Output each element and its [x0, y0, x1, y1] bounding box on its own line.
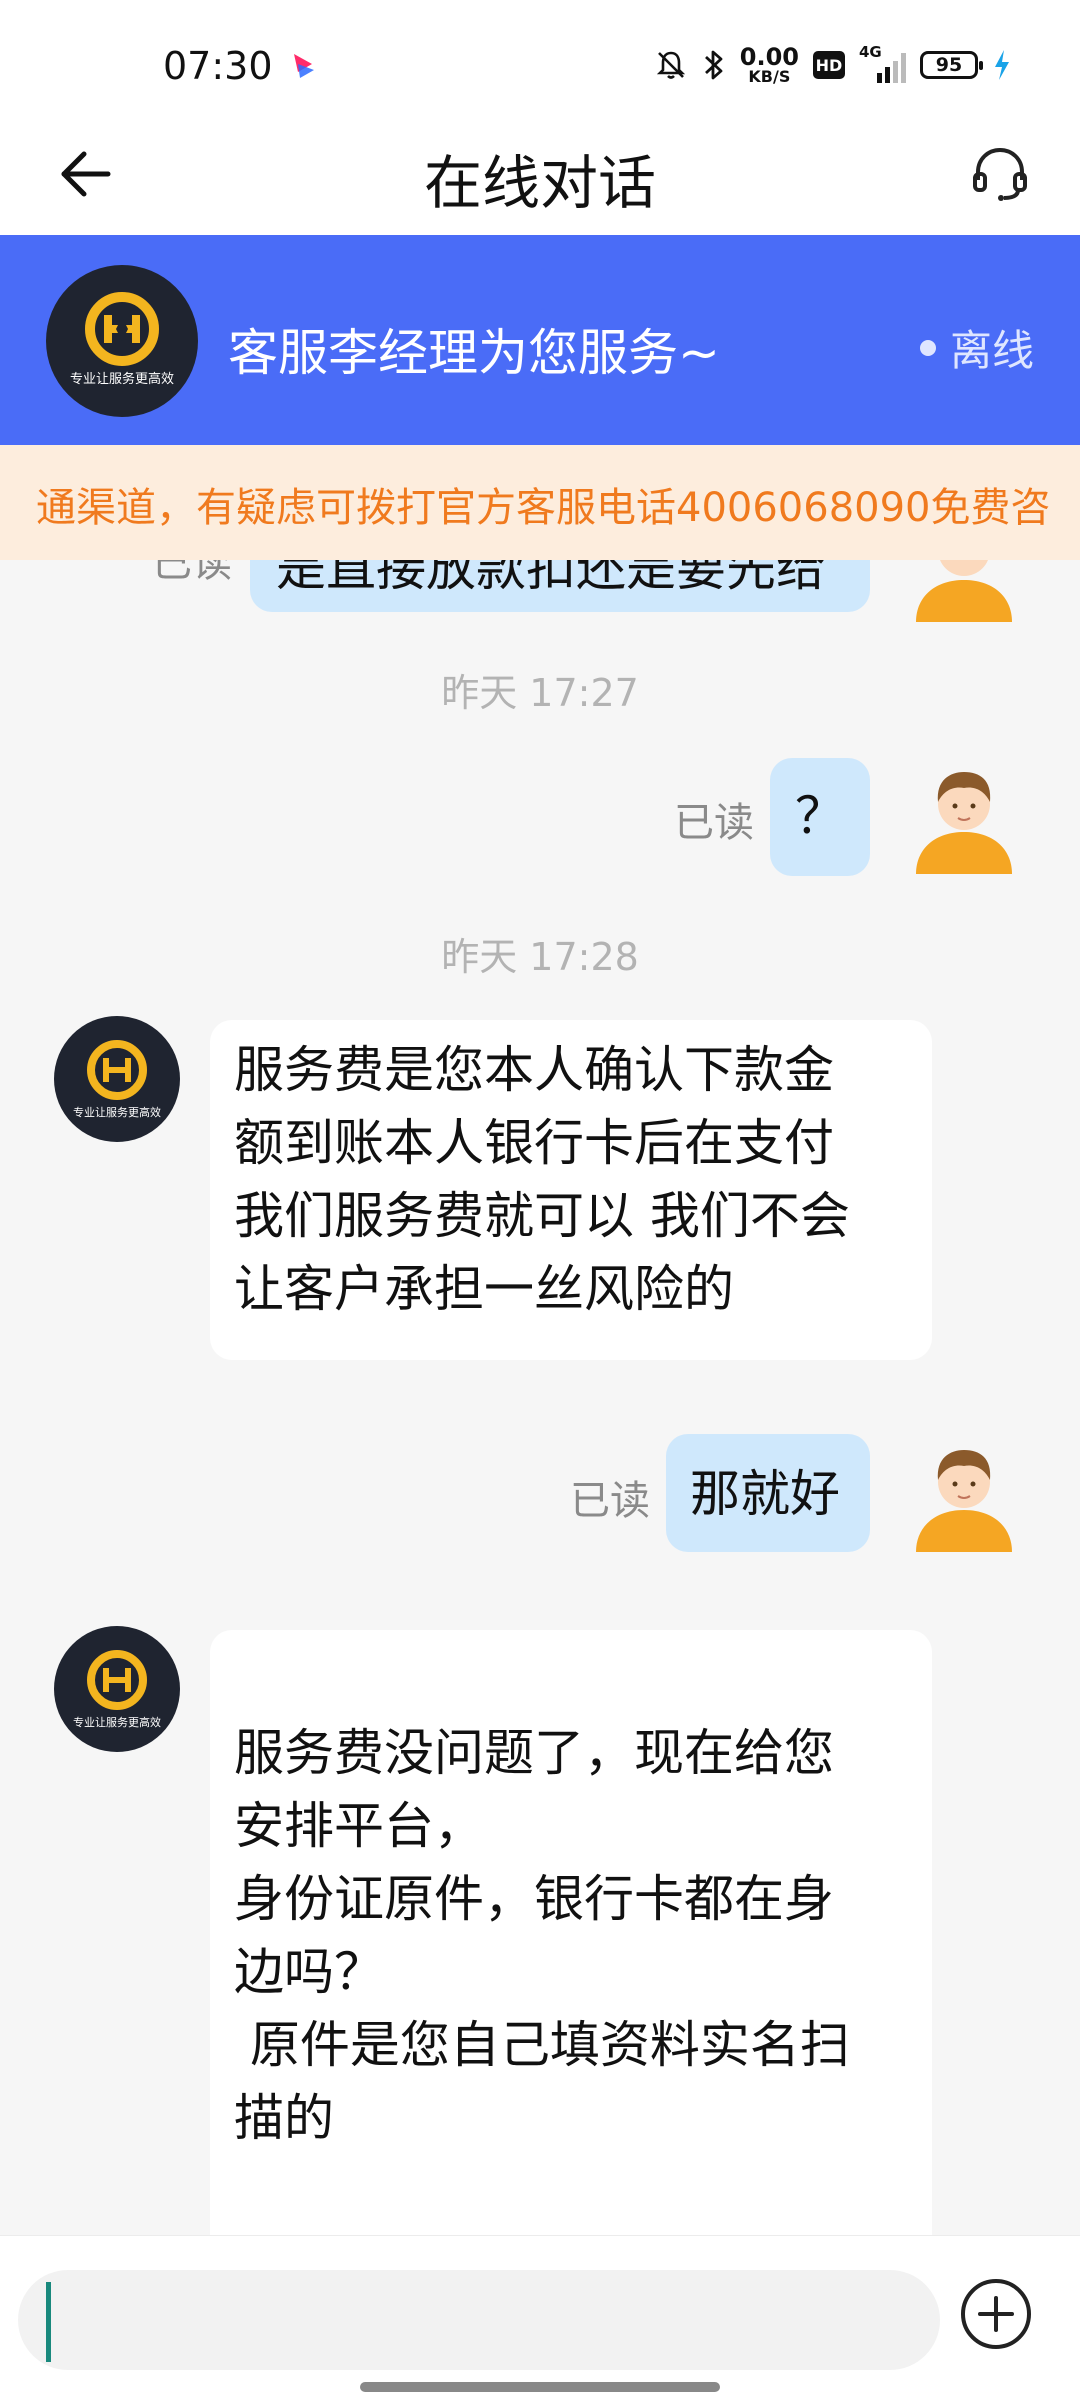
app-notification-icon: [294, 54, 314, 78]
message-bubble-agent[interactable]: 服务费是您本人确认下款金 额到账本人银行卡后在支付 我们服务费就可以 我们不会 …: [210, 1020, 932, 1360]
plus-circle-icon[interactable]: [958, 2276, 1034, 2352]
message-input[interactable]: [18, 2270, 940, 2370]
agent-logo-text: 专业让服务更高效: [73, 1105, 161, 1119]
timestamp: 昨天 17:27: [441, 671, 639, 715]
message-line: 描的: [234, 2089, 334, 2147]
text-caret: [46, 2282, 51, 2362]
agent-status: 离线: [919, 317, 1034, 378]
net-speed: 0.00 KB/S: [740, 45, 799, 85]
message-bubble-mine[interactable]: ？: [770, 758, 870, 876]
message-line: 服务费是您本人确认下款金: [234, 1041, 834, 1099]
read-label: 已读: [152, 560, 232, 586]
notice-bar: 通渠道，有疑虑可拨打官方客服电话4006068090免费咨: [0, 445, 1080, 560]
message-line: 边吗？: [234, 1943, 384, 2001]
message-line: 安排平台，: [234, 1797, 484, 1855]
agent-avatar[interactable]: 专业让服务更高效: [54, 1626, 180, 1752]
user-avatar[interactable]: [912, 560, 1016, 622]
notice-text: 通渠道，有疑虑可拨打官方客服电话4006068090免费咨: [36, 485, 1051, 531]
nav-bar: 在线对话: [0, 120, 1080, 235]
message-line: 让客户承担一丝风险的: [234, 1260, 734, 1318]
status-dot: [919, 339, 936, 356]
message-bubble-agent[interactable]: 服务费没问题了，现在给您 安排平台， 身份证原件，银行卡都在身 边吗？ 原件是您…: [210, 1630, 932, 2235]
message-line: 身份证原件，银行卡都在身: [234, 1870, 834, 1928]
headset-icon[interactable]: [968, 142, 1032, 206]
network-type: 4G: [859, 43, 882, 61]
agent-status-text: 离线: [949, 326, 1034, 375]
agent-title: 客服李经理为您服务~: [228, 324, 720, 382]
timestamp: 昨天 17:28: [441, 935, 639, 979]
message-line: 原件是您自己填资料实名扫: [234, 2016, 850, 2074]
agent-logo-avatar[interactable]: 专业让服务更高效: [46, 265, 198, 417]
net-speed-unit: KB/S: [748, 67, 791, 86]
user-avatar[interactable]: [912, 762, 1016, 874]
agent-avatar[interactable]: 专业让服务更高效: [54, 1016, 180, 1142]
message-text: 那就好: [690, 1465, 840, 1523]
battery-level: 95: [935, 54, 963, 76]
message-line: 服务费没问题了，现在给您: [234, 1724, 834, 1782]
agent-logo-text: 专业让服务更高效: [70, 371, 174, 387]
hd-badge: HD: [813, 51, 845, 79]
status-time: 07:30: [163, 44, 273, 88]
message-line: 额到账本人银行卡后在支付: [234, 1114, 834, 1172]
signal-indicator: 4G: [859, 43, 906, 83]
page-title: 在线对话: [423, 149, 656, 217]
message-bubble-mine[interactable]: 那就好: [666, 1434, 870, 1552]
charging-icon: [995, 50, 1009, 80]
input-bar: [0, 2235, 1080, 2400]
agent-logo-text: 专业让服务更高效: [73, 1715, 161, 1729]
message-text: 是直接放款扣还是要先给: [276, 560, 826, 597]
net-speed-value: 0.00: [739, 43, 799, 71]
battery-indicator: 95: [920, 51, 983, 79]
home-indicator[interactable]: [360, 2382, 720, 2392]
user-avatar[interactable]: [912, 1440, 1016, 1552]
message-line: 我们服务费就可以 我们不会: [234, 1187, 850, 1245]
bell-mute-icon: [656, 51, 685, 79]
read-label: 已读: [570, 1478, 650, 1524]
bluetooth-icon: [704, 50, 723, 80]
chat-area[interactable]: 已读 是直接放款扣还是要先给 昨天 17:27 已读 ？ 昨天 17:28 专业…: [0, 560, 1080, 2235]
status-bar: 07:30 0.00 KB/S HD 4G 95: [0, 0, 1080, 120]
read-label: 已读: [674, 800, 754, 846]
status-icons: 0.00 KB/S HD 4G 95: [654, 42, 1012, 88]
message-text: ？: [795, 787, 845, 845]
message-line: [234, 1644, 908, 1717]
agent-banner: 专业让服务更高效 客服李经理为您服务~ 离线: [0, 235, 1080, 445]
message-bubble-mine[interactable]: 是直接放款扣还是要先给: [250, 560, 870, 612]
